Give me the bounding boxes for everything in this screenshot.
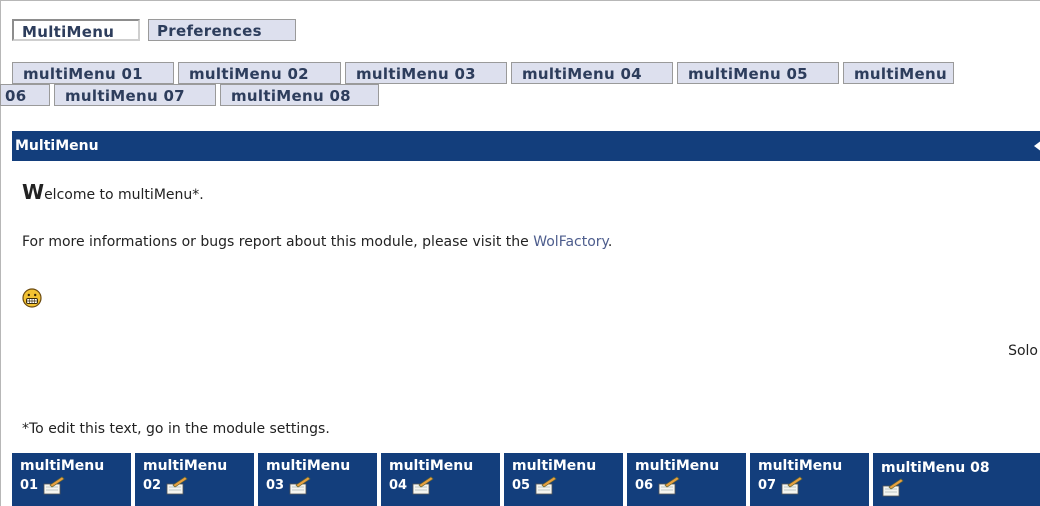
panel-header: MultiMenu: [12, 131, 1040, 161]
grin-smiley-icon: [22, 288, 42, 308]
collapse-arrow-icon[interactable]: [1034, 140, 1040, 152]
bottom-item-label: multiMenu: [266, 458, 351, 474]
menu-button-bar: multiMenu 01 multiMenu 02 multiMenu 03 m…: [0, 62, 972, 108]
bottom-item-label: multiMenu: [20, 458, 105, 474]
info-text: For more informations or bugs report abo…: [22, 234, 612, 250]
bottom-item-num: 07: [758, 478, 777, 493]
bottom-menu-item-02[interactable]: multiMenu 02: [135, 453, 254, 506]
edit-note: *To edit this text, go in the module set…: [22, 421, 330, 437]
top-border: [0, 0, 1040, 1]
menu-button-03[interactable]: multiMenu 03: [345, 62, 507, 84]
bottom-menu-item-04[interactable]: multiMenu 04: [381, 453, 500, 506]
pencil-notepad-icon: [43, 476, 65, 495]
menu-button-04[interactable]: multiMenu 04: [511, 62, 673, 84]
tab-multimenu[interactable]: MultiMenu: [12, 19, 140, 41]
left-border: [0, 0, 1, 506]
pencil-notepad-icon: [882, 478, 904, 497]
welcome-rest: elcome to multiMenu*.: [44, 187, 204, 203]
bottom-menu-bar: multiMenu 01 multiMenu 02 multiMenu 03 m…: [12, 453, 1040, 506]
pencil-notepad-icon: [412, 476, 434, 495]
wolfactory-link[interactable]: WolFactory: [533, 234, 608, 250]
bottom-item-num: 01: [20, 478, 39, 493]
menu-button-06-wrap[interactable]: 06: [0, 84, 50, 106]
bottom-item-num: 06: [635, 478, 654, 493]
bottom-item-num: 02: [143, 478, 162, 493]
pencil-notepad-icon: [781, 476, 803, 495]
signature-text: Solo: [1008, 343, 1038, 359]
bottom-menu-item-01[interactable]: multiMenu 01: [12, 453, 131, 506]
bottom-item-label: multiMenu 08: [881, 460, 990, 476]
bottom-menu-item-03[interactable]: multiMenu 03: [258, 453, 377, 506]
menu-button-08[interactable]: multiMenu 08: [220, 84, 379, 106]
menu-button-01[interactable]: multiMenu 01: [12, 62, 174, 84]
menu-button-07[interactable]: multiMenu 07: [54, 84, 216, 106]
pencil-notepad-icon: [166, 476, 188, 495]
bottom-menu-item-06[interactable]: multiMenu 06: [627, 453, 746, 506]
bottom-item-label: multiMenu: [143, 458, 228, 474]
bottom-item-label: multiMenu: [389, 458, 474, 474]
welcome-text: Welcome to multiMenu*.: [22, 180, 204, 204]
bottom-menu-item-07[interactable]: multiMenu 07: [750, 453, 869, 506]
bottom-item-label: multiMenu: [512, 458, 597, 474]
info-suffix: .: [607, 234, 613, 250]
tab-preferences[interactable]: Preferences: [148, 19, 296, 41]
bottom-item-num: 05: [512, 478, 531, 493]
bottom-menu-item-05[interactable]: multiMenu 05: [504, 453, 623, 506]
pencil-notepad-icon: [658, 476, 680, 495]
menu-button-06[interactable]: multiMenu: [843, 62, 954, 84]
bottom-item-label: multiMenu: [635, 458, 720, 474]
welcome-initial: W: [22, 180, 45, 204]
menu-button-05[interactable]: multiMenu 05: [677, 62, 839, 84]
panel-title: MultiMenu: [15, 138, 99, 154]
bottom-item-label: multiMenu: [758, 458, 843, 474]
pencil-notepad-icon: [535, 476, 557, 495]
bottom-item-num: 04: [389, 478, 408, 493]
menu-button-02[interactable]: multiMenu 02: [178, 62, 341, 84]
info-prefix: For more informations or bugs report abo…: [22, 234, 534, 250]
bottom-menu-item-08[interactable]: multiMenu 08: [873, 453, 1040, 506]
bottom-item-num: 03: [266, 478, 285, 493]
pencil-notepad-icon: [289, 476, 311, 495]
